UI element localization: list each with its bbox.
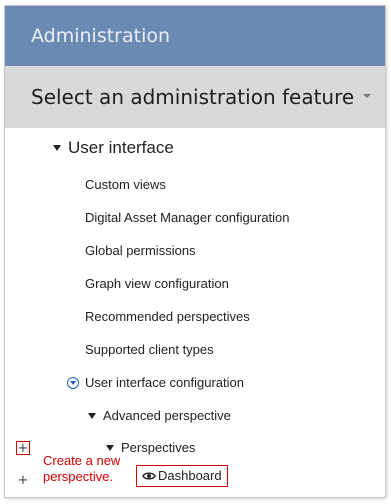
chevron-down-icon bbox=[363, 94, 371, 98]
tree-item-label: Custom views bbox=[85, 177, 166, 192]
annotation-line: Create a new bbox=[43, 453, 121, 468]
tree-item-supported-client-types[interactable]: Supported client types bbox=[85, 342, 214, 357]
tree-item-recommended-perspectives[interactable]: Recommended perspectives bbox=[85, 309, 250, 324]
plus-icon[interactable]: + bbox=[16, 441, 30, 455]
tree-item-label: Global permissions bbox=[85, 243, 196, 258]
eye-icon bbox=[142, 472, 156, 480]
plus-icon[interactable]: + bbox=[16, 474, 30, 488]
tree-item-global-permissions[interactable]: Global permissions bbox=[85, 243, 196, 258]
tree-item-label: Digital Asset Manager configuration bbox=[85, 210, 290, 225]
panel-header: Administration bbox=[5, 6, 385, 66]
expand-triangle-icon[interactable] bbox=[53, 144, 61, 151]
administration-panel: Administration Select an administration … bbox=[4, 5, 386, 498]
tree-item-dashboard[interactable]: Dashboard bbox=[136, 465, 228, 487]
header-title: Administration bbox=[31, 25, 171, 47]
feature-tree: User interface Custom views Digital Asse… bbox=[5, 128, 385, 497]
tree-node-ui-configuration[interactable]: User interface configuration bbox=[67, 375, 244, 390]
tree-node-user-interface[interactable]: User interface bbox=[53, 138, 174, 158]
tree-node-label: Advanced perspective bbox=[103, 408, 231, 423]
tree-node-label: User interface bbox=[68, 138, 174, 157]
feature-selector-label: Select an administration feature bbox=[31, 85, 355, 109]
tree-item-custom-views[interactable]: Custom views bbox=[85, 177, 166, 192]
tree-item-label: Dashboard bbox=[158, 468, 222, 483]
tree-node-label: Perspectives bbox=[121, 440, 196, 455]
callout-annotation: Create a new perspective. bbox=[43, 453, 120, 485]
expand-triangle-icon[interactable] bbox=[106, 444, 114, 451]
tree-node-label: User interface configuration bbox=[85, 375, 244, 390]
tree-item-label: Graph view configuration bbox=[85, 276, 229, 291]
annotation-line: perspective. bbox=[43, 469, 114, 484]
tree-item-dam-configuration[interactable]: Digital Asset Manager configuration bbox=[85, 210, 290, 225]
tree-item-graph-view-configuration[interactable]: Graph view configuration bbox=[85, 276, 229, 291]
tree-item-label: Supported client types bbox=[85, 342, 214, 357]
tree-item-label: Recommended perspectives bbox=[85, 309, 250, 324]
collapse-circle-icon[interactable] bbox=[67, 376, 79, 389]
tree-node-advanced-perspective[interactable]: Advanced perspective bbox=[88, 408, 231, 423]
expand-triangle-icon[interactable] bbox=[88, 412, 96, 419]
feature-selector[interactable]: Select an administration feature bbox=[5, 66, 385, 128]
